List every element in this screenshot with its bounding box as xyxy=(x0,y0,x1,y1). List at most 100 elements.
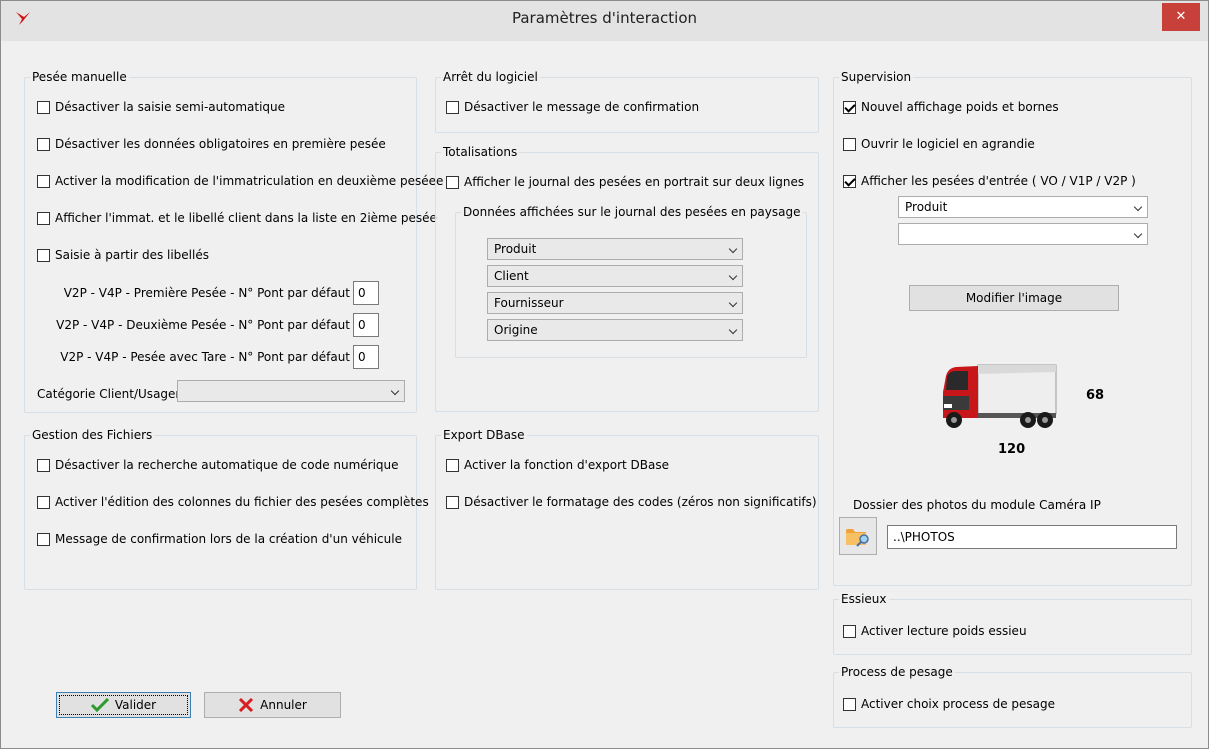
chevron-down-icon xyxy=(728,244,738,254)
option-files-0[interactable]: Désactiver la recherche automatique de c… xyxy=(37,458,399,472)
checkbox[interactable] xyxy=(446,458,459,472)
category-select[interactable] xyxy=(177,380,405,402)
option-label: Activer l'édition des colonnes du fichie… xyxy=(55,495,429,509)
option-label: Désactiver le message de confirmation xyxy=(464,100,700,114)
folder-search-icon xyxy=(846,529,869,547)
checkbox[interactable] xyxy=(843,137,856,151)
group-supervision: Supervision Nouvel affichage poids et bo… xyxy=(833,70,1192,586)
default-input-first[interactable]: 0 xyxy=(353,281,379,305)
option-manual-4[interactable]: Saisie à partir des libellés xyxy=(37,248,209,262)
checkbox[interactable] xyxy=(843,624,856,638)
option-label: Désactiver la saisie semi-automatique xyxy=(55,100,286,114)
option-files-1[interactable]: Activer l'édition des colonnes du fichie… xyxy=(37,495,429,509)
default-input-second[interactable]: 0 xyxy=(353,313,379,337)
option-files-2[interactable]: Message de confirmation lors de la créat… xyxy=(37,532,402,546)
cancel-button[interactable]: Annuler xyxy=(204,692,341,718)
group-title: Supervision xyxy=(839,70,914,84)
default-input-tare[interactable]: 0 xyxy=(353,345,379,369)
group-weighing-process: Process de pesage Activer choix process … xyxy=(833,665,1192,728)
landscape-select-2[interactable]: Client xyxy=(487,265,743,287)
modify-image-button[interactable]: Modifier l'image xyxy=(909,285,1119,311)
option-manual-2[interactable]: Activer la modification de l'immatricula… xyxy=(37,174,443,188)
group-title: Essieux xyxy=(839,592,889,606)
group-file-management: Gestion des Fichiers Désactiver la reche… xyxy=(24,428,429,590)
checkbox[interactable] xyxy=(37,532,50,546)
dialog-window: Paramètres d'interaction ✕ Pesée manuell… xyxy=(0,0,1209,749)
validate-button[interactable]: Valider xyxy=(56,692,191,718)
option-supervision-1[interactable]: Ouvrir le logiciel en agrandie xyxy=(843,137,1035,151)
group-title: Export DBase xyxy=(441,428,527,442)
cross-icon xyxy=(239,698,254,712)
group-shutdown: Arrêt du logiciel Désactiver le message … xyxy=(435,70,819,133)
option-export-1[interactable]: Désactiver le formatage des codes (zéros… xyxy=(446,495,817,509)
supervision-select-2[interactable] xyxy=(898,223,1148,245)
browse-folder-button[interactable] xyxy=(839,517,877,555)
select-value: Produit xyxy=(905,200,948,214)
landscape-select-3[interactable]: Fournisseur xyxy=(487,292,743,314)
checkbox[interactable] xyxy=(37,248,50,262)
chevron-down-icon xyxy=(728,298,738,308)
landscape-select-4[interactable]: Origine xyxy=(487,319,743,341)
group-title: Pesée manuelle xyxy=(30,70,129,84)
option-process-choice[interactable]: Activer choix process de pesage xyxy=(843,697,1055,711)
option-axle-reading[interactable]: Activer lecture poids essieu xyxy=(843,624,1027,638)
option-label: Nouvel affichage poids et bornes xyxy=(861,100,1059,114)
group-title: Gestion des Fichiers xyxy=(30,428,155,442)
photos-folder-input[interactable]: ..\PHOTOS xyxy=(887,525,1177,549)
option-supervision-2[interactable]: Afficher les pesées d'entrée ( VO / V1P … xyxy=(843,174,1136,188)
photos-folder-label: Dossier des photos du module Caméra IP xyxy=(853,498,1101,512)
category-label: Catégorie Client/Usager xyxy=(37,387,181,401)
option-label: Afficher l'immat. et le libellé client d… xyxy=(55,211,437,225)
select-value: Client xyxy=(494,269,529,283)
checkbox[interactable] xyxy=(37,458,50,472)
checkbox[interactable] xyxy=(446,175,459,189)
weight-value: 120 xyxy=(998,442,1026,457)
option-label: Activer choix process de pesage xyxy=(861,697,1056,711)
option-shutdown-confirm[interactable]: Désactiver le message de confirmation xyxy=(446,100,699,114)
checkbox[interactable] xyxy=(37,211,50,225)
group-landscape-data: Données affichées sur le journal des pes… xyxy=(455,205,807,358)
checkbox[interactable] xyxy=(37,495,50,509)
landscape-select-1[interactable]: Produit xyxy=(487,238,743,260)
chevron-down-icon xyxy=(390,386,400,396)
group-title: Totalisations xyxy=(441,145,520,159)
group-export-dbase: Export DBase Activer la fonction d'expor… xyxy=(435,428,819,590)
group-title: Données affichées sur le journal des pes… xyxy=(461,205,803,219)
option-supervision-0[interactable]: Nouvel affichage poids et bornes xyxy=(843,100,1059,114)
checkbox[interactable] xyxy=(37,174,50,188)
option-label: Ouvrir le logiciel en agrandie xyxy=(861,137,1035,151)
option-label: Activer la fonction d'export DBase xyxy=(464,458,670,472)
group-manual-weighing: Pesée manuelle Désactiver la saisie semi… xyxy=(24,70,443,413)
checkbox-checked[interactable] xyxy=(843,100,856,114)
group-axles: Essieux Activer lecture poids essieu xyxy=(833,592,1192,655)
option-label: Désactiver la recherche automatique de c… xyxy=(55,458,399,472)
validate-label: Valider xyxy=(114,698,157,712)
select-value: Origine xyxy=(494,323,538,337)
group-title: Arrêt du logiciel xyxy=(441,70,540,84)
select-value: Fournisseur xyxy=(494,296,564,310)
option-label: Désactiver les données obligatoires en p… xyxy=(55,137,386,151)
option-label: Message de confirmation lors de la créat… xyxy=(55,532,402,546)
group-totals: Totalisations Afficher le journal des pe… xyxy=(435,145,819,412)
checkbox-checked[interactable] xyxy=(843,174,856,188)
option-manual-3[interactable]: Afficher l'immat. et le libellé client d… xyxy=(37,211,437,225)
close-button[interactable]: ✕ xyxy=(1162,3,1200,31)
cancel-label: Annuler xyxy=(260,698,307,712)
option-manual-0[interactable]: Désactiver la saisie semi-automatique xyxy=(37,100,285,114)
default-label-second: V2P - V4P - Deuxième Pesée - N° Pont par… xyxy=(56,318,350,332)
select-value: Produit xyxy=(494,242,537,256)
option-label: Saisie à partir des libellés xyxy=(55,248,209,262)
default-label-first: V2P - V4P - Première Pesée - N° Pont par… xyxy=(63,286,350,300)
title-bar[interactable]: Paramètres d'interaction ✕ xyxy=(1,1,1208,41)
option-export-0[interactable]: Activer la fonction d'export DBase xyxy=(446,458,669,472)
chevron-down-icon xyxy=(728,271,738,281)
checkbox[interactable] xyxy=(446,495,459,509)
option-manual-1[interactable]: Désactiver les données obligatoires en p… xyxy=(37,137,386,151)
supervision-select-1[interactable]: Produit xyxy=(898,196,1148,218)
option-totals-portrait[interactable]: Afficher le journal des pesées en portra… xyxy=(446,175,804,189)
checkbox[interactable] xyxy=(37,100,50,114)
dialog-content: Pesée manuelle Désactiver la saisie semi… xyxy=(9,41,1202,742)
checkbox[interactable] xyxy=(37,137,50,151)
checkbox[interactable] xyxy=(843,697,856,711)
checkbox[interactable] xyxy=(446,100,459,114)
